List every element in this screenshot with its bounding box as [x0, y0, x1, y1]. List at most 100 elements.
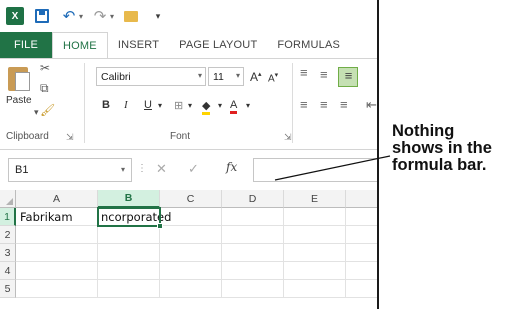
callout-line-3: formula bar.	[392, 156, 487, 174]
column-header-a[interactable]: A	[16, 190, 98, 208]
row-header-2[interactable]: 2	[0, 226, 16, 244]
grid-cell[interactable]	[16, 280, 98, 298]
font-name-select[interactable]: Calibri ▾	[96, 67, 206, 86]
grid-cell[interactable]	[98, 262, 160, 280]
ribbon-home: Paste ▾ ✂ ⧉ 🖌 Clipboard ⇲ Calibri ▾ 11 ▾…	[0, 58, 377, 150]
italic-button[interactable]: I	[124, 99, 128, 111]
clipboard-launcher-icon[interactable]: ⇲	[66, 132, 74, 143]
grid-cell[interactable]	[16, 244, 98, 262]
grid-cell[interactable]	[284, 226, 346, 244]
save-icon[interactable]	[33, 7, 51, 25]
font-size-select[interactable]: 11 ▾	[208, 67, 244, 86]
align-center-icon[interactable]: ≡	[320, 97, 328, 112]
align-bottom-icon[interactable]: ≡	[338, 67, 358, 87]
ribbon-tabs: FILE HOME INSERT PAGE LAYOUT FORMULAS	[0, 32, 377, 58]
font-color-dropdown-icon[interactable]: ▾	[246, 101, 250, 110]
row-header-1[interactable]: 1	[0, 208, 16, 226]
grid-cell[interactable]	[98, 244, 160, 262]
row-header-5[interactable]: 5	[0, 280, 16, 298]
grid-cell[interactable]	[284, 208, 346, 226]
cancel-icon[interactable]: ✕	[156, 161, 167, 177]
column-header-b[interactable]: B	[98, 190, 160, 208]
column-header-d[interactable]: D	[222, 190, 284, 208]
align-middle-icon[interactable]: ≡	[320, 67, 328, 82]
grid-cell[interactable]	[346, 226, 377, 244]
redo-icon[interactable]: ↷	[91, 7, 109, 25]
cell-a1-text: Fabrikam	[20, 210, 73, 224]
font-launcher-icon[interactable]: ⇲	[284, 132, 292, 143]
row-header-4[interactable]: 4	[0, 262, 16, 280]
bold-button[interactable]: B	[102, 99, 110, 111]
grid-cell[interactable]	[284, 244, 346, 262]
grid-cell[interactable]	[222, 226, 284, 244]
align-right-icon[interactable]: ≡	[340, 97, 348, 112]
shrink-font-button[interactable]: A▾	[268, 71, 278, 84]
redo-dropdown-icon[interactable]: ▾	[110, 12, 114, 21]
formula-input[interactable]	[253, 158, 377, 182]
grid-cell[interactable]	[284, 280, 346, 298]
fill-color-dropdown-icon[interactable]: ▾	[218, 101, 222, 110]
tab-file[interactable]: FILE	[0, 32, 52, 58]
callout-annotation: Nothing shows in the formula bar.	[392, 123, 516, 174]
formula-bar-grip-icon[interactable]: ⋮	[137, 163, 147, 174]
cut-icon[interactable]: ✂	[40, 61, 50, 75]
open-folder-icon[interactable]	[122, 7, 140, 25]
active-cell-b1[interactable]	[97, 207, 161, 227]
grid-cell[interactable]	[16, 262, 98, 280]
insert-function-icon[interactable]: fx	[226, 160, 237, 174]
font-color-icon[interactable]: A	[230, 99, 238, 114]
select-all-button[interactable]	[0, 190, 16, 208]
grid-cell[interactable]	[222, 208, 284, 226]
borders-icon[interactable]: ⊞	[174, 99, 183, 112]
underline-button[interactable]: U	[144, 99, 152, 111]
row-header-3[interactable]: 3	[0, 244, 16, 262]
grid-cell[interactable]	[160, 244, 222, 262]
grid-cell[interactable]	[222, 280, 284, 298]
grid-cell[interactable]	[222, 262, 284, 280]
align-left-icon[interactable]: ≡	[300, 97, 308, 112]
undo-dropdown-icon[interactable]: ▾	[79, 12, 83, 21]
grid-cell[interactable]	[284, 262, 346, 280]
grid-cell[interactable]	[160, 262, 222, 280]
grid-cell[interactable]	[98, 226, 160, 244]
grow-font-button[interactable]: A▴	[250, 70, 262, 84]
align-top-icon[interactable]: ≡	[300, 65, 308, 80]
grid-cell[interactable]	[346, 244, 377, 262]
column-header-e[interactable]: E	[284, 190, 346, 208]
grid-cell[interactable]	[222, 244, 284, 262]
callout-line-1: Nothing	[392, 122, 455, 140]
fill-handle[interactable]	[157, 223, 163, 229]
format-painter-icon[interactable]: 🖌	[40, 103, 55, 117]
grid-cell[interactable]	[16, 226, 98, 244]
paste-icon[interactable]	[8, 64, 32, 92]
grid-cell[interactable]	[346, 280, 377, 298]
borders-dropdown-icon[interactable]: ▾	[188, 101, 192, 110]
grid-cell[interactable]	[160, 226, 222, 244]
undo-icon[interactable]: ↶	[60, 7, 78, 25]
name-box[interactable]: B1 ▾	[8, 158, 132, 182]
grid-cell[interactable]	[160, 280, 222, 298]
underline-dropdown-icon[interactable]: ▾	[158, 101, 162, 110]
tab-home[interactable]: HOME	[52, 32, 108, 58]
column-header-partial[interactable]	[346, 190, 377, 208]
enter-icon[interactable]: ✓	[188, 161, 199, 177]
tab-page-layout[interactable]: PAGE LAYOUT	[169, 32, 267, 58]
ribbon-separator	[292, 63, 293, 143]
tab-formulas[interactable]: FORMULAS	[267, 32, 350, 58]
grid-cell[interactable]	[346, 262, 377, 280]
font-size-value: 11	[213, 70, 224, 83]
callout-line-2: shows in the	[392, 139, 492, 157]
grid-cell[interactable]	[346, 208, 377, 226]
indent-icon[interactable]: ⇤	[366, 97, 377, 113]
customize-icon[interactable]: ▾	[149, 7, 167, 25]
fill-color-icon[interactable]: ◆	[202, 99, 211, 115]
paste-button-label[interactable]: Paste	[6, 95, 32, 106]
paste-dropdown-icon[interactable]: ▾	[34, 107, 39, 118]
column-header-c[interactable]: C	[160, 190, 222, 208]
grid-cell[interactable]	[98, 280, 160, 298]
copy-icon[interactable]: ⧉	[40, 81, 49, 96]
tab-insert[interactable]: INSERT	[108, 32, 169, 58]
chevron-down-icon: ▾	[197, 71, 202, 80]
clipboard-group-label: Clipboard	[6, 131, 49, 142]
chevron-down-icon: ▾	[235, 71, 240, 80]
